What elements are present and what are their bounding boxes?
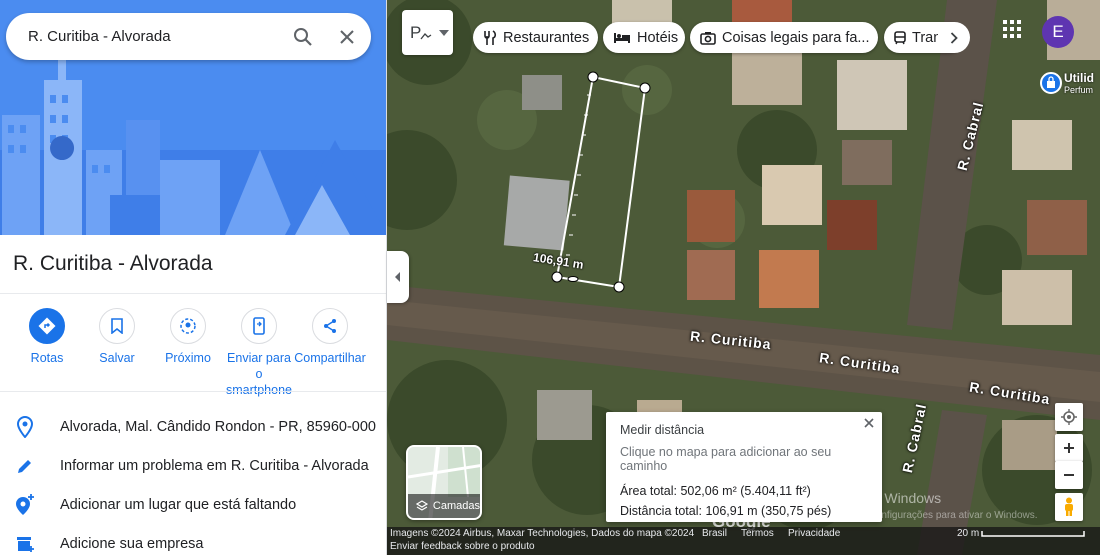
feedback-link[interactable]: Enviar feedback sobre o produto: [390, 541, 535, 552]
divider: [0, 391, 386, 392]
google-maps-window: R. Curitiba - Alvorada R. Curitiba - Alv…: [0, 0, 1100, 555]
bookmark-icon: [99, 308, 135, 344]
share-label: Compartilhar: [294, 351, 366, 365]
close-icon[interactable]: [860, 414, 878, 432]
scale-bar: [981, 531, 1085, 537]
zoom-in-button[interactable]: [1055, 434, 1083, 462]
suggest-edit-row[interactable]: Informar um problema em R. Curitiba - Al…: [0, 446, 386, 485]
send-to-phone-button[interactable]: Enviar para o smartphone: [222, 308, 296, 398]
chips-scroll-right-button[interactable]: [938, 22, 970, 53]
chevron-left-icon: [395, 272, 400, 282]
google-apps-icon[interactable]: [1003, 20, 1027, 44]
pencil-icon: [0, 457, 50, 475]
layers-label: Camadas: [432, 500, 480, 512]
my-location-button[interactable]: [1055, 403, 1083, 431]
layers-button[interactable]: Camadas: [406, 445, 482, 520]
chip-things-to-do[interactable]: Coisas legais para fa...: [690, 22, 878, 53]
terms-link[interactable]: Termos: [741, 528, 774, 539]
street-view-pegman-button[interactable]: [1055, 493, 1083, 521]
nearby-button[interactable]: Próximo: [162, 308, 214, 366]
place-side-panel: R. Curitiba - Alvorada R. Curitiba - Alv…: [0, 0, 387, 555]
measure-area: Área total: 502,06 m² (5.404,11 ft²): [620, 484, 811, 498]
measure-hint: Clique no mapa para adicionar ao seu cam…: [620, 445, 832, 473]
address-row[interactable]: Alvorada, Mal. Cândido Rondon - PR, 8596…: [0, 407, 386, 446]
poi-category: Perfum: [1064, 85, 1094, 95]
action-buttons-row: Rotas Salvar Próximo Enviar para o smart…: [0, 308, 386, 397]
country-link[interactable]: Brasil: [702, 528, 727, 539]
chevron-right-icon: [950, 31, 958, 44]
chip-restaurants-label: Restaurantes: [503, 29, 590, 46]
privacy-link[interactable]: Privacidade: [788, 528, 840, 539]
add-place-icon: [0, 493, 50, 516]
fork-knife-icon: [483, 29, 497, 46]
storefront-icon: [0, 534, 50, 554]
place-title: R. Curitiba - Alvorada: [13, 252, 213, 275]
add-business-text: Adicione sua empresa: [60, 535, 204, 552]
search-box[interactable]: R. Curitiba - Alvorada: [6, 13, 371, 60]
imagery-attribution: Imagens ©2024 Airbus, Maxar Technologies…: [390, 528, 695, 539]
divider: [0, 293, 386, 294]
save-label: Salvar: [99, 351, 135, 365]
phone-icon: [241, 308, 277, 344]
account-avatar[interactable]: E: [1042, 16, 1074, 48]
add-place-row[interactable]: Adicionar um lugar que está faltando: [0, 485, 386, 524]
chip-hotels-label: Hotéis: [637, 29, 679, 46]
zoom-out-button[interactable]: [1055, 461, 1083, 489]
scale-label: 20 m: [957, 528, 980, 539]
directions-label: Rotas: [30, 351, 64, 365]
chip-restaurants[interactable]: Restaurantes: [473, 22, 598, 53]
directions-button[interactable]: Rotas: [26, 308, 68, 366]
chip-things-to-do-label: Coisas legais para fa...: [722, 29, 870, 46]
suggest-edit-text: Informar um problema em R. Curitiba - Al…: [60, 457, 369, 474]
share-button[interactable]: Compartilhar: [294, 308, 366, 366]
poi-name: Utilid: [1064, 71, 1094, 85]
measure-title: Medir distância: [620, 423, 705, 437]
shopping-bag-icon: [1040, 72, 1062, 94]
layers-icon: [416, 500, 428, 511]
collapse-panel-button[interactable]: [387, 251, 409, 303]
chip-hotels[interactable]: Hotéis: [603, 22, 685, 53]
close-icon[interactable]: [327, 17, 367, 57]
layers-label-bar: Camadas: [408, 494, 480, 518]
caret-down-icon: [439, 29, 450, 36]
map-footer: Imagens ©2024 Airbus, Maxar Technologies…: [387, 527, 1100, 555]
crosshair-icon: [1061, 409, 1077, 425]
search-input[interactable]: R. Curitiba - Alvorada: [28, 28, 283, 45]
nearby-icon: [170, 308, 206, 344]
bed-icon: [613, 32, 631, 44]
save-button[interactable]: Salvar: [96, 308, 138, 366]
minus-icon: [1064, 474, 1074, 476]
map-type-button[interactable]: P: [402, 10, 453, 55]
measure-distance-panel: Medir distância Clique no mapa para adic…: [606, 412, 882, 522]
camera-icon: [700, 31, 716, 45]
nearby-label: Próximo: [165, 351, 211, 365]
share-icon: [312, 308, 348, 344]
directions-icon: [29, 308, 65, 344]
search-icon[interactable]: [283, 17, 323, 57]
address-text: Alvorada, Mal. Cândido Rondon - PR, 8596…: [60, 418, 376, 435]
measure-distance: Distância total: 106,91 m (350,75 pés): [620, 504, 832, 518]
add-business-row[interactable]: Adicione sua empresa: [0, 524, 386, 555]
add-place-text: Adicionar um lugar que está faltando: [60, 496, 297, 513]
poi-marker[interactable]: Utilid Perfum: [1040, 72, 1094, 95]
terrain-icon: [420, 32, 432, 39]
transit-icon: [894, 30, 906, 45]
location-pin-icon: [0, 415, 50, 438]
pegman-icon: [1065, 497, 1073, 516]
plus-icon: [1064, 442, 1074, 453]
chip-transit-label: Tran: [912, 29, 942, 46]
